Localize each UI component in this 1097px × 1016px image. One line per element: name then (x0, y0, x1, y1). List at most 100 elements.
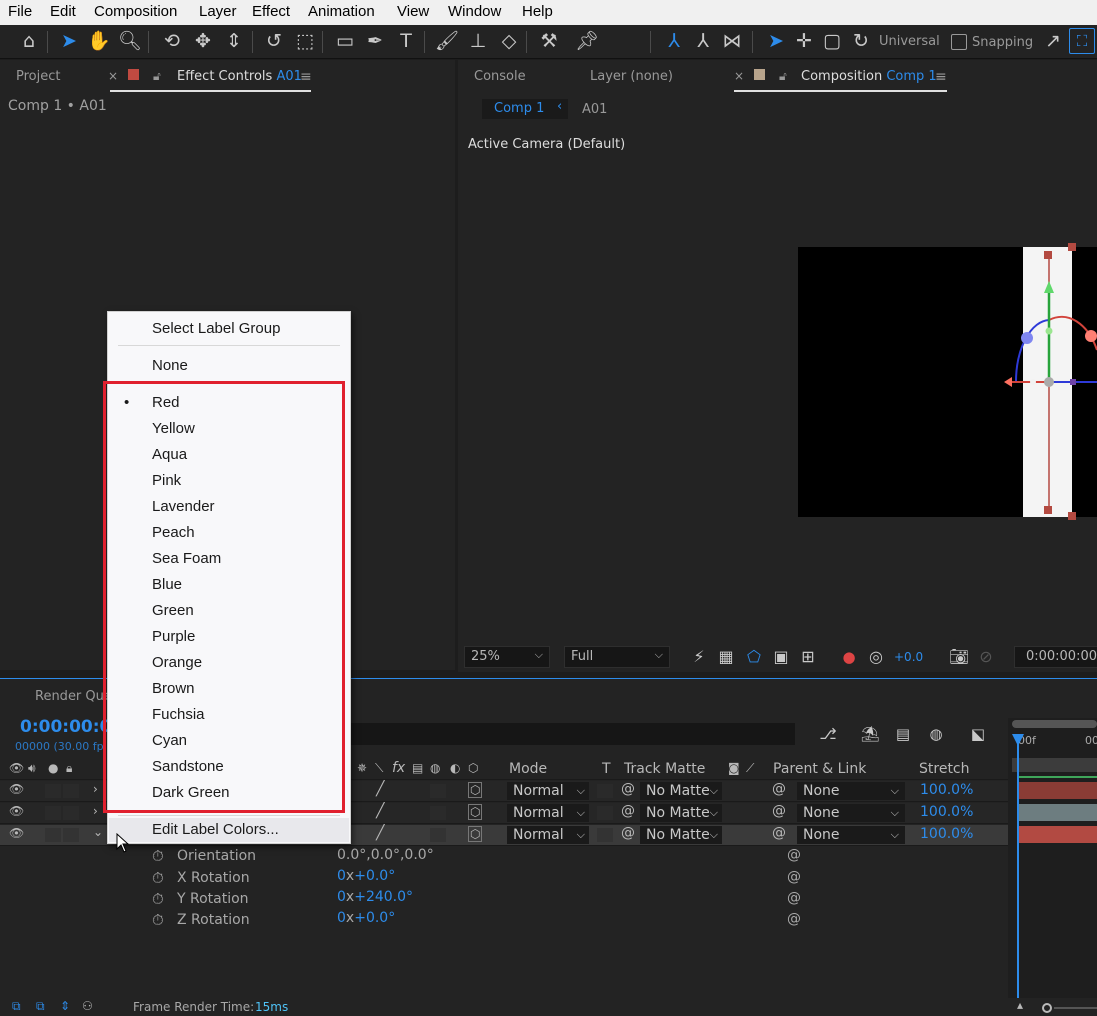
track-matte-dropdown[interactable]: No Matte ⌵ (640, 826, 722, 844)
comp-nav-button[interactable]: Comp 1 (482, 99, 568, 119)
tab-layer[interactable]: Layer (none) (590, 69, 673, 84)
y-rotation-value[interactable]: 0x+240.0° (337, 889, 413, 905)
stopwatch-icon[interactable]: ⏱︎ (152, 911, 164, 929)
pickwhip-icon[interactable]: @ (621, 803, 635, 819)
quality-icon[interactable]: ╱ (376, 803, 384, 819)
home-icon[interactable]: ⌂ (16, 28, 42, 54)
timecode-display[interactable]: 0:00:00:00 (1014, 646, 1097, 668)
expand-toolbar-icon[interactable]: ⛶ (1069, 28, 1095, 54)
in-out-toggle-icon[interactable]: ⇕ (60, 999, 70, 1013)
quality-icon[interactable]: ╱ (376, 781, 384, 797)
resolution-dropdown[interactable]: Full ⌵ (564, 646, 670, 668)
universal-scale-icon[interactable]: ▢ (819, 28, 845, 54)
menu-help[interactable]: Help (522, 3, 553, 20)
expression-pickwhip-icon[interactable]: @ (787, 890, 801, 906)
mask-visibility-icon[interactable]: ⬠ (741, 644, 767, 670)
tab-project[interactable]: Project (16, 69, 60, 84)
rectangle-tool-icon[interactable]: ▭ (332, 28, 358, 54)
tab-effect-controls[interactable]: Effect Controls A01 (177, 69, 302, 84)
parent-pickwhip-icon[interactable]: @ (772, 803, 786, 819)
timeline-track-area[interactable]: 00f 00 (1008, 718, 1097, 998)
clone-stamp-icon[interactable]: ⊥ (465, 28, 491, 54)
world-axis-icon[interactable]: ⅄ (690, 28, 716, 54)
zoom-tool-icon[interactable]: 🔍︎ (117, 28, 143, 54)
parent-dropdown[interactable]: None ⌵ (797, 782, 905, 800)
eye-icon[interactable]: 👁︎ (9, 782, 24, 796)
exposure-value[interactable]: +0.0 (894, 650, 923, 664)
expand-chevron-icon[interactable]: › (93, 804, 98, 818)
shy-switch-icon[interactable]: ✵ (357, 761, 367, 775)
expression-pickwhip-icon[interactable]: @ (787, 869, 801, 885)
audio-icon[interactable]: 🔊︎ (28, 761, 36, 776)
column-mode[interactable]: Mode (509, 761, 547, 777)
transfer-controls-toggle-icon[interactable]: ⧉ (36, 999, 45, 1014)
expression-pickwhip-icon[interactable]: @ (787, 911, 801, 927)
pan-behind-icon[interactable]: ⬚ (292, 28, 318, 54)
selection-tool-icon[interactable]: ➤ (56, 28, 82, 54)
fast-preview-icon[interactable]: ⚡ (686, 644, 712, 670)
layer-duration-bar[interactable] (1017, 804, 1097, 821)
rotate-tool-icon[interactable]: ↺ (261, 28, 287, 54)
orientation-value[interactable]: 0.0°,0.0°,0.0° (337, 847, 434, 863)
column-parent-link[interactable]: Parent & Link (773, 761, 866, 777)
x-rotation-value[interactable]: 0x+0.0° (337, 868, 395, 884)
stopwatch-icon[interactable]: ⏱︎ (152, 869, 164, 887)
frame-blending-icon[interactable]: ▤ (890, 721, 916, 747)
local-axis-icon[interactable]: ⅄ (661, 28, 687, 54)
lock-icon[interactable]: 🔓︎ (153, 69, 161, 84)
layer-search-input[interactable] (340, 723, 795, 745)
collapse-chevron-icon[interactable]: ⌄ (93, 825, 103, 839)
mode-dropdown[interactable]: Normal ⌵ (507, 826, 589, 844)
graph-editor-icon[interactable]: ⬕ (965, 721, 991, 747)
frame-blend-switch-icon[interactable]: ▤ (412, 761, 423, 775)
3d-cube-icon[interactable]: ⬡ (468, 782, 483, 798)
parent-dropdown[interactable]: None ⌵ (797, 804, 905, 822)
layer-nav-button[interactable]: A01 (582, 102, 607, 117)
stretch-value[interactable]: 100.0% (920, 826, 973, 842)
tab-render-queue[interactable]: Render Que (35, 689, 112, 704)
menu-item-none[interactable]: None (152, 357, 188, 374)
column-t[interactable]: T (602, 761, 611, 777)
visibility-icon[interactable]: 👁︎ (9, 761, 24, 775)
brush-tool-icon[interactable]: 🖌︎ (434, 28, 460, 54)
menu-layer[interactable]: Layer (199, 3, 237, 20)
menu-edit[interactable]: Edit (50, 3, 76, 20)
column-track-matte[interactable]: Track Matte (624, 761, 705, 777)
layer-gizmo[interactable] (998, 240, 1097, 530)
timeline-timecode[interactable]: 0:00:00:0 (20, 717, 111, 737)
parent-pickwhip-icon[interactable]: @ (772, 781, 786, 797)
view-axis-icon[interactable]: ⋈ (719, 28, 745, 54)
menu-header-select-label-group[interactable]: Select Label Group (152, 320, 280, 337)
3d-switch-icon[interactable]: ⬡ (468, 761, 478, 775)
label-color-swatch[interactable] (754, 69, 765, 80)
column-stretch[interactable]: Stretch (919, 761, 970, 777)
pen-tool-icon[interactable]: ✒ (362, 28, 388, 54)
menu-item-edit-label-colors[interactable]: Edit Label Colors... (152, 821, 279, 838)
grid-guides-icon[interactable]: ⊞ (795, 644, 821, 670)
menu-effect[interactable]: Effect (252, 3, 290, 20)
quality-icon[interactable]: ╱ (376, 825, 384, 841)
layer-duration-bar[interactable] (1017, 826, 1097, 843)
composition-mini-flowchart-icon[interactable]: ⎇ (815, 721, 841, 747)
pan-camera-icon[interactable]: ✥ (190, 28, 216, 54)
parent-pickwhip-icon[interactable]: @ (772, 825, 786, 841)
layer-duration-bar[interactable] (1017, 782, 1097, 799)
z-rotation-value[interactable]: 0x+0.0° (337, 910, 395, 926)
menu-composition[interactable]: Composition (94, 3, 177, 20)
tab-console[interactable]: Console (474, 69, 526, 84)
motion-blur-icon[interactable]: ◍ (923, 721, 949, 747)
expand-chevron-icon[interactable]: › (93, 782, 98, 796)
render-time-toggle-icon[interactable]: ⚇ (82, 999, 93, 1013)
snapshot-icon[interactable]: 📷︎ (946, 644, 972, 670)
tab-composition[interactable]: Composition Comp 1 (801, 69, 937, 84)
lock-icon[interactable]: 🔒︎ (66, 761, 72, 776)
3d-cube-icon[interactable]: ⬡ (468, 804, 483, 820)
stretch-value[interactable]: 100.0% (920, 804, 973, 820)
pickwhip-icon[interactable]: @ (621, 825, 635, 841)
zoom-dropdown[interactable]: 25% ⌵ (464, 646, 550, 668)
region-of-interest-icon[interactable]: ▣ (768, 644, 794, 670)
menu-file[interactable]: File (8, 3, 32, 20)
menu-view[interactable]: View (397, 3, 429, 20)
universal-move-icon[interactable]: ✛ (791, 28, 817, 54)
universal-rotate-icon[interactable]: ↻ (848, 28, 874, 54)
